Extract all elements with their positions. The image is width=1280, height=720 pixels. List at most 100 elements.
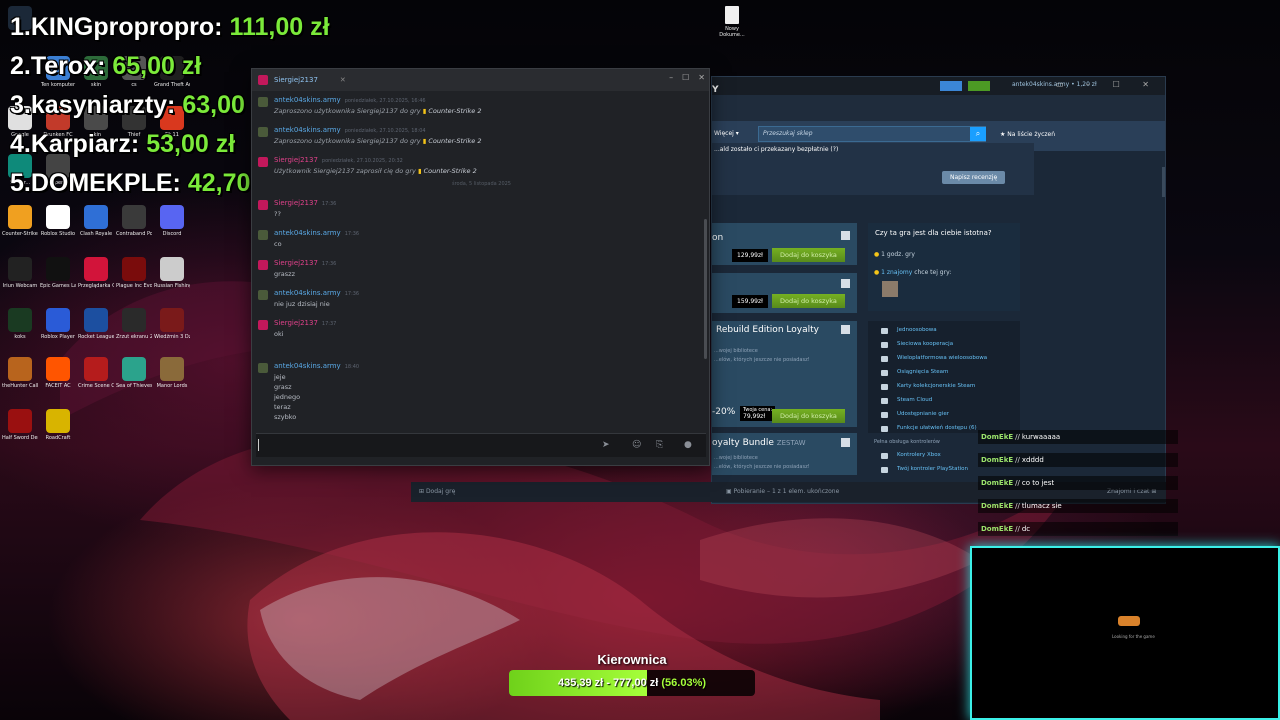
emoji-icon[interactable]: ☺ (632, 440, 641, 450)
app-icon (8, 409, 32, 433)
window-controls[interactable]: ▭ – ☐ ✕ (1056, 80, 1159, 89)
write-review-button[interactable]: Napisz recenzję (942, 171, 1006, 184)
desktop-icon[interactable]: Przeglądarka Opera GX (78, 257, 114, 289)
desktop-icon[interactable]: theHunter Call of t... (2, 357, 38, 389)
controller-playstation[interactable]: Twój kontroler PlayStation (880, 466, 968, 473)
desktop-icon[interactable]: Contraband Police (116, 205, 152, 237)
feature-single-player[interactable]: Jednoosobowa (881, 327, 937, 334)
download-status[interactable]: ▣ Pobieranie – 1 z 1 elem. ukończone (726, 488, 839, 495)
add-to-cart-button[interactable]: Dodaj do koszyka (772, 248, 845, 262)
desktop-icon[interactable]: Manor Lords (154, 357, 190, 389)
friend-avatar[interactable] (882, 281, 898, 297)
app-icon (46, 409, 70, 433)
add-to-cart-button[interactable]: Dodaj do koszyka (772, 409, 845, 423)
desktop-icon[interactable]: FACEIT AC (40, 357, 76, 389)
desktop-icon[interactable]: Russian Fishing 4 (154, 257, 190, 289)
desktop-icon[interactable]: RoadCraft (40, 409, 76, 441)
notifications-button[interactable] (968, 81, 990, 91)
desktop-icon[interactable]: Half Sword Demo (2, 409, 38, 441)
send-icon[interactable]: ➤ (602, 440, 610, 450)
add-to-cart-button[interactable]: Dodaj do koszyka (772, 294, 845, 308)
app-icon (8, 357, 32, 381)
desktop-file-new-document[interactable]: Nowy Dokume... (716, 6, 748, 38)
close-tab-icon[interactable]: ✕ (340, 76, 346, 84)
message-text: jeje (274, 373, 286, 381)
message-text: oki (274, 330, 284, 338)
desktop-icon-label: Roblox Player (41, 334, 75, 340)
message-author[interactable]: Siergiej2137 17:36 (274, 199, 336, 207)
feature-crossplatform[interactable]: Wieloplatformowa wieloosobowa (880, 355, 987, 362)
app-icon (8, 257, 32, 281)
desktop-icon[interactable]: Roblox Studio (40, 205, 76, 237)
message-author[interactable]: antek04skins.army poniedziałek, 27.10.202… (274, 126, 426, 134)
webcam-frame: Looking for the game (970, 546, 1280, 720)
user-avatar[interactable] (258, 260, 268, 270)
feature-accessibility[interactable]: Funkcje ułatwień dostępu (6) (881, 425, 977, 432)
user-avatar[interactable] (258, 290, 268, 300)
desktop-icon[interactable]: Iriun Webcam (2, 257, 38, 289)
steam-nav-title[interactable]: Y (712, 85, 719, 95)
chat-window-controls[interactable]: – ☐ ✕ (669, 73, 705, 82)
user-avatar[interactable] (258, 200, 268, 210)
desktop-icon[interactable]: Clash Royale (78, 205, 114, 237)
message-author[interactable]: Siergiej2137 17:37 (274, 319, 336, 327)
app-icon (160, 257, 184, 281)
chat-history[interactable]: antek04skins.army poniedziałek, 27.10.202… (252, 93, 711, 433)
desktop-icon[interactable]: Epic Games Launcher (40, 257, 76, 289)
message-text: nie juz dzisiaj nie (274, 300, 330, 308)
steam-nav: Y (712, 85, 1165, 121)
desktop-icon[interactable]: Discord (154, 205, 190, 237)
user-avatar[interactable] (258, 363, 268, 373)
chat-input-area[interactable]: ➤ ☺ ⎘ ● (256, 433, 706, 457)
message-author[interactable]: antek04skins.army 17:36 (274, 289, 359, 297)
chat-tab[interactable]: Siergiej2137 (274, 76, 318, 84)
item-price: 159,99zł (732, 295, 768, 308)
search-icon[interactable]: ⌕ (970, 127, 986, 141)
user-avatar[interactable] (258, 157, 268, 167)
message-author[interactable]: Siergiej2137 17:36 (274, 259, 336, 267)
user-avatar[interactable] (258, 97, 268, 107)
feature-achievements[interactable]: Osiągnięcia Steam (880, 369, 948, 376)
store-search-input[interactable]: Przeszukaj sklep (758, 126, 986, 142)
donation-goal: Kierownica 435,39 zł - 777,00 zł (56.03%… (509, 652, 755, 696)
relevance-title: Czy ta gra jest dla ciebie istotna? (875, 229, 992, 237)
announcements-button[interactable] (940, 81, 962, 91)
message-author[interactable]: antek04skins.army 17:36 (274, 229, 359, 237)
desktop-icon[interactable]: Zrzut ekranu 2025-08-... (116, 308, 152, 340)
close-icon[interactable]: ✕ (698, 73, 705, 82)
controller-xbox[interactable]: Kontrolery Xbox (881, 452, 941, 459)
steam-scrollbar[interactable] (1162, 167, 1165, 197)
desktop-icon[interactable]: Crime Scene Cleaner (78, 357, 114, 389)
message-author[interactable]: antek04skins.army poniedziałek, 27.10.202… (274, 96, 426, 104)
desktop-icon[interactable]: Roblox Player (40, 308, 76, 340)
user-avatar[interactable] (258, 230, 268, 240)
desktop-icon[interactable]: Rocket League® (78, 308, 114, 340)
feature-online-coop[interactable]: Sieciowa kooperacja (880, 341, 953, 348)
voice-icon[interactable]: ● (684, 440, 692, 450)
user-avatar[interactable] (258, 320, 268, 330)
wishlist-link[interactable]: ★ Na liście życzeń (1000, 131, 1055, 138)
message-author[interactable]: antek04skins.army 18:40 (274, 362, 359, 370)
rank: 2. (10, 52, 31, 80)
attach-icon[interactable]: ⎘ (656, 440, 663, 450)
minimize-icon[interactable]: – (669, 73, 673, 82)
more-menu[interactable]: Więcej ▾ (714, 130, 739, 137)
desktop-icon-label: FACEIT AC (45, 383, 71, 389)
message-author[interactable]: Siergiej2137 poniedziałek, 27.10.2025, 20… (274, 156, 403, 164)
desktop-icon[interactable]: koks (2, 308, 38, 340)
steam-titlebar: antek04skins.army • 1,20 zł ▭ – ☐ ✕ (712, 77, 1165, 95)
chat-username: DomEkE (981, 456, 1014, 464)
maximize-icon[interactable]: ☐ (682, 73, 689, 82)
app-icon (160, 357, 184, 381)
feature-family-sharing[interactable]: Udostępnianie gier (881, 411, 949, 418)
add-game-button[interactable]: ⊞ Dodaj grę (419, 488, 455, 495)
desktop-icon[interactable]: Plague Inc Evolved (116, 257, 152, 289)
windows-icon (841, 438, 850, 447)
desktop-icon[interactable]: Counter-Strike 2 (2, 205, 38, 237)
chat-scrollbar[interactable] (704, 219, 707, 359)
user-avatar[interactable] (258, 127, 268, 137)
feature-cloud[interactable]: Steam Cloud (880, 397, 932, 404)
desktop-icon[interactable]: Sea of Thieves (116, 357, 152, 389)
desktop-icon[interactable]: Wiedźmin 3 Dziki Gon (154, 308, 190, 340)
feature-trading-cards[interactable]: Karty kolekcjonerskie Steam (880, 383, 975, 390)
